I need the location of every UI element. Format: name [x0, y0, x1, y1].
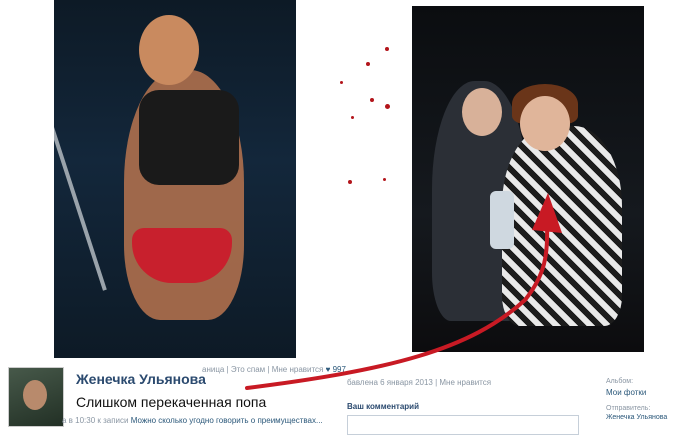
- red-arrow: [245, 193, 562, 390]
- arrow-head: [532, 193, 562, 233]
- arrow-shaft: [245, 223, 550, 390]
